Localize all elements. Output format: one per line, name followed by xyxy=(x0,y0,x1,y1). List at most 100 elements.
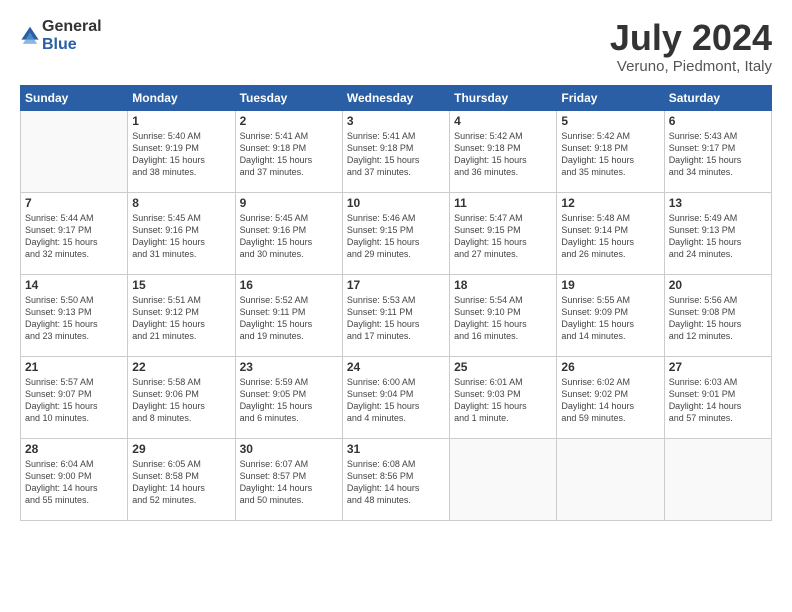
table-row: 25Sunrise: 6:01 AM Sunset: 9:03 PM Dayli… xyxy=(450,356,557,438)
table-row: 11 Sunrise: 5:47 AM Sunset: 9:15 PM Dayli… xyxy=(450,192,557,274)
table-row xyxy=(664,438,771,520)
table-row: 4 Sunrise: 5:42 AM Sunset: 9:18 PM Daylig… xyxy=(450,110,557,192)
day-info: Sunrise: 5:51 AM Sunset: 9:12 PM Dayligh… xyxy=(132,294,230,343)
day-info: Sunrise: 5:44 AM Sunset: 9:17 PM Dayligh… xyxy=(25,212,123,261)
day-number: 16 xyxy=(240,278,338,292)
logo-blue-text: Blue xyxy=(42,36,102,54)
calendar-week-row: 1 Sunrise: 5:40 AM Sunset: 9:19 PM Daylig… xyxy=(21,110,772,192)
day-info: Sunrise: 5:49 AM Sunset: 9:13 PM Dayligh… xyxy=(669,212,767,261)
table-row: 24 Sunrise: 6:00 AM Sunset: 9:04 PM Dayli… xyxy=(342,356,449,438)
table-row: 13 Sunrise: 5:49 AM Sunset: 9:13 PM Dayli… xyxy=(664,192,771,274)
calendar-week-row: 14 Sunrise: 5:50 AM Sunset: 9:13 PM Dayli… xyxy=(21,274,772,356)
day-info: Sunrise: 5:45 AM Sunset: 9:16 PM Dayligh… xyxy=(132,212,230,261)
table-row: 18 Sunrise: 5:54 AM Sunset: 9:10 PM Dayli… xyxy=(450,274,557,356)
table-row: 3Sunrise: 5:41 AM Sunset: 9:18 PM Daylig… xyxy=(342,110,449,192)
day-number: 11 xyxy=(454,196,552,210)
day-info: Sunrise: 5:47 AM Sunset: 9:15 PM Dayligh… xyxy=(454,212,552,261)
day-number: 18 xyxy=(454,278,552,292)
day-info: Sunrise: 5:58 AM Sunset: 9:06 PM Dayligh… xyxy=(132,376,230,425)
table-row: 26 Sunrise: 6:02 AM Sunset: 9:02 PM Dayli… xyxy=(557,356,664,438)
table-row: 14 Sunrise: 5:50 AM Sunset: 9:13 PM Dayli… xyxy=(21,274,128,356)
table-row: 28Sunrise: 6:04 AM Sunset: 9:00 PM Dayli… xyxy=(21,438,128,520)
day-number: 29 xyxy=(132,442,230,456)
table-row: 20 Sunrise: 5:56 AM Sunset: 9:08 PM Dayli… xyxy=(664,274,771,356)
month-title: July 2024 xyxy=(610,18,772,58)
table-row: 12 Sunrise: 5:48 AM Sunset: 9:14 PM Dayli… xyxy=(557,192,664,274)
day-number: 12 xyxy=(561,196,659,210)
day-number: 9 xyxy=(240,196,338,210)
col-saturday: Saturday xyxy=(664,85,771,110)
day-info: Sunrise: 5:53 AM Sunset: 9:11 PM Dayligh… xyxy=(347,294,445,343)
day-info: Sunrise: 6:08 AM Sunset: 8:56 PM Dayligh… xyxy=(347,458,445,507)
header: General Blue July 2024 Veruno, Piedmont,… xyxy=(20,18,772,75)
col-sunday: Sunday xyxy=(21,85,128,110)
day-number: 30 xyxy=(240,442,338,456)
table-row xyxy=(21,110,128,192)
calendar-week-row: 28Sunrise: 6:04 AM Sunset: 9:00 PM Dayli… xyxy=(21,438,772,520)
day-number: 13 xyxy=(669,196,767,210)
table-row: 23 Sunrise: 5:59 AM Sunset: 9:05 PM Dayli… xyxy=(235,356,342,438)
location: Veruno, Piedmont, Italy xyxy=(610,58,772,75)
day-number: 25 xyxy=(454,360,552,374)
table-row xyxy=(450,438,557,520)
day-number: 17 xyxy=(347,278,445,292)
table-row: 21 Sunrise: 5:57 AM Sunset: 9:07 PM Dayli… xyxy=(21,356,128,438)
day-info: Sunrise: 6:03 AM Sunset: 9:01 PM Dayligh… xyxy=(669,376,767,425)
day-number: 19 xyxy=(561,278,659,292)
table-row: 10Sunrise: 5:46 AM Sunset: 9:15 PM Dayli… xyxy=(342,192,449,274)
day-number: 4 xyxy=(454,114,552,128)
table-row: 19 Sunrise: 5:55 AM Sunset: 9:09 PM Dayli… xyxy=(557,274,664,356)
day-info: Sunrise: 6:07 AM Sunset: 8:57 PM Dayligh… xyxy=(240,458,338,507)
day-info: Sunrise: 5:42 AM Sunset: 9:18 PM Dayligh… xyxy=(454,130,552,179)
logo-text: General Blue xyxy=(42,18,102,53)
table-row: 29Sunrise: 6:05 AM Sunset: 8:58 PM Dayli… xyxy=(128,438,235,520)
day-number: 10 xyxy=(347,196,445,210)
col-thursday: Thursday xyxy=(450,85,557,110)
day-number: 21 xyxy=(25,360,123,374)
day-number: 28 xyxy=(25,442,123,456)
table-row: 5 Sunrise: 5:42 AM Sunset: 9:18 PM Daylig… xyxy=(557,110,664,192)
day-info: Sunrise: 5:59 AM Sunset: 9:05 PM Dayligh… xyxy=(240,376,338,425)
day-number: 20 xyxy=(669,278,767,292)
table-row: 15 Sunrise: 5:51 AM Sunset: 9:12 PM Dayli… xyxy=(128,274,235,356)
day-info: Sunrise: 5:54 AM Sunset: 9:10 PM Dayligh… xyxy=(454,294,552,343)
table-row: 16 Sunrise: 5:52 AM Sunset: 9:11 PM Dayli… xyxy=(235,274,342,356)
day-info: Sunrise: 5:48 AM Sunset: 9:14 PM Dayligh… xyxy=(561,212,659,261)
table-row: 31 Sunrise: 6:08 AM Sunset: 8:56 PM Dayli… xyxy=(342,438,449,520)
logo-general-text: General xyxy=(42,18,102,36)
day-number: 24 xyxy=(347,360,445,374)
day-info: Sunrise: 6:02 AM Sunset: 9:02 PM Dayligh… xyxy=(561,376,659,425)
table-row: 8Sunrise: 5:45 AM Sunset: 9:16 PM Daylig… xyxy=(128,192,235,274)
day-number: 23 xyxy=(240,360,338,374)
day-number: 3 xyxy=(347,114,445,128)
calendar-table: Sunday Monday Tuesday Wednesday Thursday… xyxy=(20,85,772,521)
day-info: Sunrise: 5:45 AM Sunset: 9:16 PM Dayligh… xyxy=(240,212,338,261)
day-info: Sunrise: 6:00 AM Sunset: 9:04 PM Dayligh… xyxy=(347,376,445,425)
table-row: 1 Sunrise: 5:40 AM Sunset: 9:19 PM Daylig… xyxy=(128,110,235,192)
day-number: 5 xyxy=(561,114,659,128)
table-row: 2Sunrise: 5:41 AM Sunset: 9:18 PM Daylig… xyxy=(235,110,342,192)
table-row xyxy=(557,438,664,520)
col-monday: Monday xyxy=(128,85,235,110)
calendar-header-row: Sunday Monday Tuesday Wednesday Thursday… xyxy=(21,85,772,110)
day-number: 26 xyxy=(561,360,659,374)
day-number: 1 xyxy=(132,114,230,128)
day-number: 15 xyxy=(132,278,230,292)
day-number: 22 xyxy=(132,360,230,374)
day-info: Sunrise: 5:50 AM Sunset: 9:13 PM Dayligh… xyxy=(25,294,123,343)
day-info: Sunrise: 5:41 AM Sunset: 9:18 PM Dayligh… xyxy=(240,130,338,179)
calendar-week-row: 21 Sunrise: 5:57 AM Sunset: 9:07 PM Dayli… xyxy=(21,356,772,438)
day-info: Sunrise: 5:56 AM Sunset: 9:08 PM Dayligh… xyxy=(669,294,767,343)
day-info: Sunrise: 5:52 AM Sunset: 9:11 PM Dayligh… xyxy=(240,294,338,343)
col-wednesday: Wednesday xyxy=(342,85,449,110)
logo: General Blue xyxy=(20,18,102,53)
day-number: 14 xyxy=(25,278,123,292)
day-number: 31 xyxy=(347,442,445,456)
col-friday: Friday xyxy=(557,85,664,110)
day-info: Sunrise: 5:55 AM Sunset: 9:09 PM Dayligh… xyxy=(561,294,659,343)
day-info: Sunrise: 5:42 AM Sunset: 9:18 PM Dayligh… xyxy=(561,130,659,179)
day-info: Sunrise: 5:57 AM Sunset: 9:07 PM Dayligh… xyxy=(25,376,123,425)
title-block: July 2024 Veruno, Piedmont, Italy xyxy=(610,18,772,75)
day-number: 7 xyxy=(25,196,123,210)
day-info: Sunrise: 5:40 AM Sunset: 9:19 PM Dayligh… xyxy=(132,130,230,179)
